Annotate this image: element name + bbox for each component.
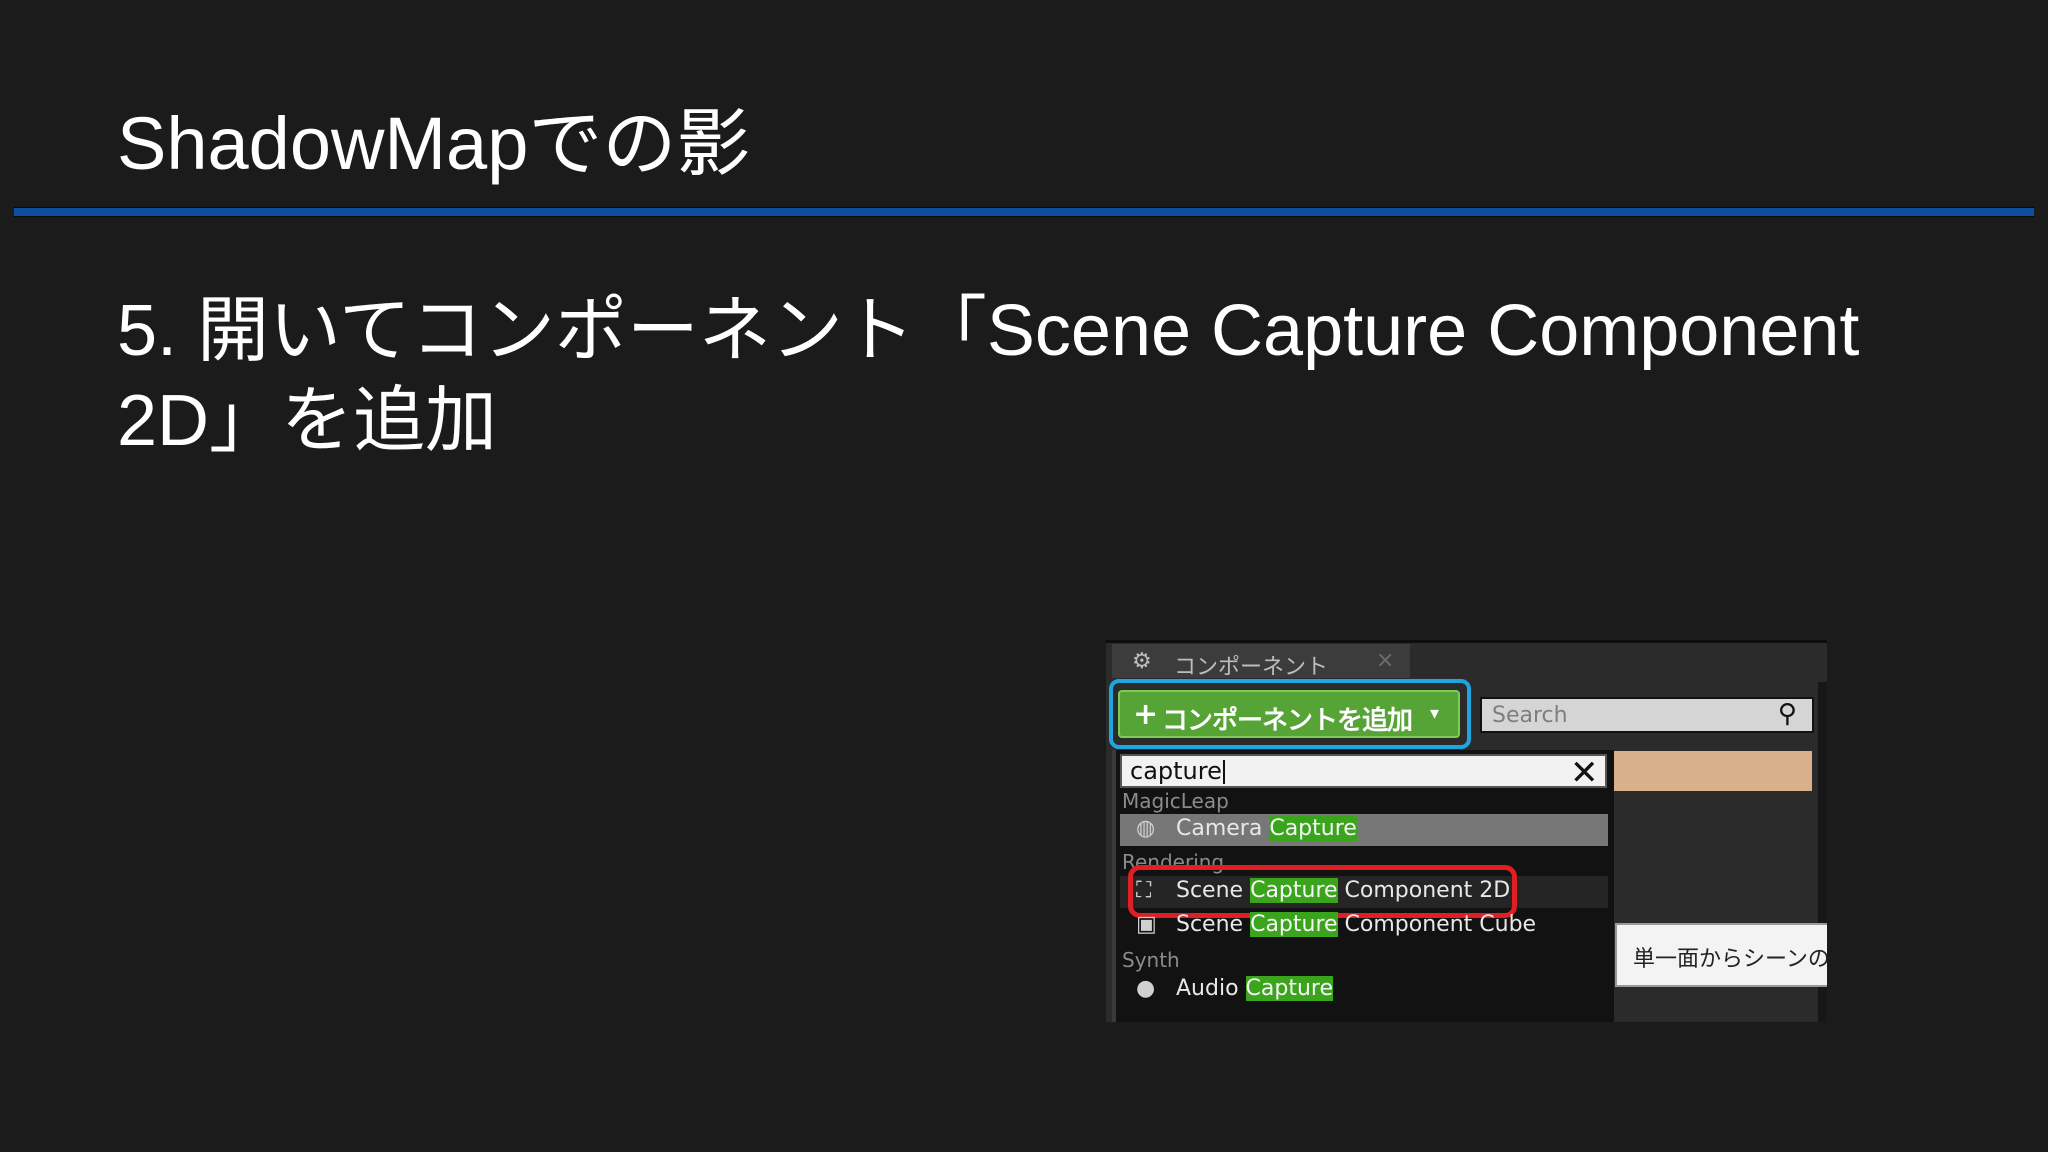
components-tab-label: コンポーネント xyxy=(1174,655,1329,680)
camera-icon: ◍ xyxy=(1136,816,1156,841)
text-cursor xyxy=(1222,760,1225,784)
scene-capture-cube-icon: ▣ xyxy=(1136,912,1157,937)
tooltip-text: 単一面からシーンの xyxy=(1633,947,1827,972)
step-text: 5. 開いてコンポーネント「Scene Capture Component 2D… xyxy=(117,291,1860,461)
item-prefix: Camera xyxy=(1176,816,1270,841)
list-item-audio-capture[interactable]: ● Audio Capture xyxy=(1120,974,1608,1006)
item-prefix: Audio xyxy=(1176,976,1246,1001)
components-icon: ⚙ xyxy=(1132,649,1152,674)
item-match: Capture xyxy=(1269,816,1357,841)
item-suffix: Component Cube xyxy=(1337,912,1537,937)
close-icon[interactable]: × xyxy=(1376,648,1394,673)
search-input[interactable]: Search ⚲ xyxy=(1480,697,1814,733)
search-placeholder: Search xyxy=(1492,703,1568,728)
panel-top-border xyxy=(1106,640,1827,643)
list-item-scene-capture-cube[interactable]: ▣ Scene Capture Component Cube xyxy=(1120,910,1608,942)
filter-value: capture xyxy=(1130,757,1222,785)
close-icon[interactable]: ✕ xyxy=(1570,753,1599,793)
search-icon[interactable]: ⚲ xyxy=(1778,699,1797,729)
component-filter-input[interactable]: capture ✕ xyxy=(1120,753,1607,793)
audio-icon: ● xyxy=(1136,976,1156,1001)
item-match: Capture xyxy=(1245,976,1334,1001)
item-match: Capture xyxy=(1250,912,1338,937)
category-magicleap: MagicLeap xyxy=(1122,789,1229,813)
editor-screenshot: ⚙ コンポーネント × + コンポーネントを追加 ▾ Search ⚲ capt… xyxy=(1106,640,1827,1022)
slide-title: ShadowMapでの影 xyxy=(117,102,751,185)
list-item-camera-capture[interactable]: ◍ Camera Capture xyxy=(1120,814,1608,846)
add-button-highlight xyxy=(1109,679,1471,749)
components-tab[interactable]: ⚙ コンポーネント × xyxy=(1112,644,1410,680)
selected-component-row[interactable] xyxy=(1609,751,1812,791)
item-prefix: Scene xyxy=(1176,912,1251,937)
category-synth: Synth xyxy=(1122,948,1180,972)
title-divider xyxy=(14,207,2034,217)
component-tooltip: 単一面からシーンの xyxy=(1615,923,1827,987)
